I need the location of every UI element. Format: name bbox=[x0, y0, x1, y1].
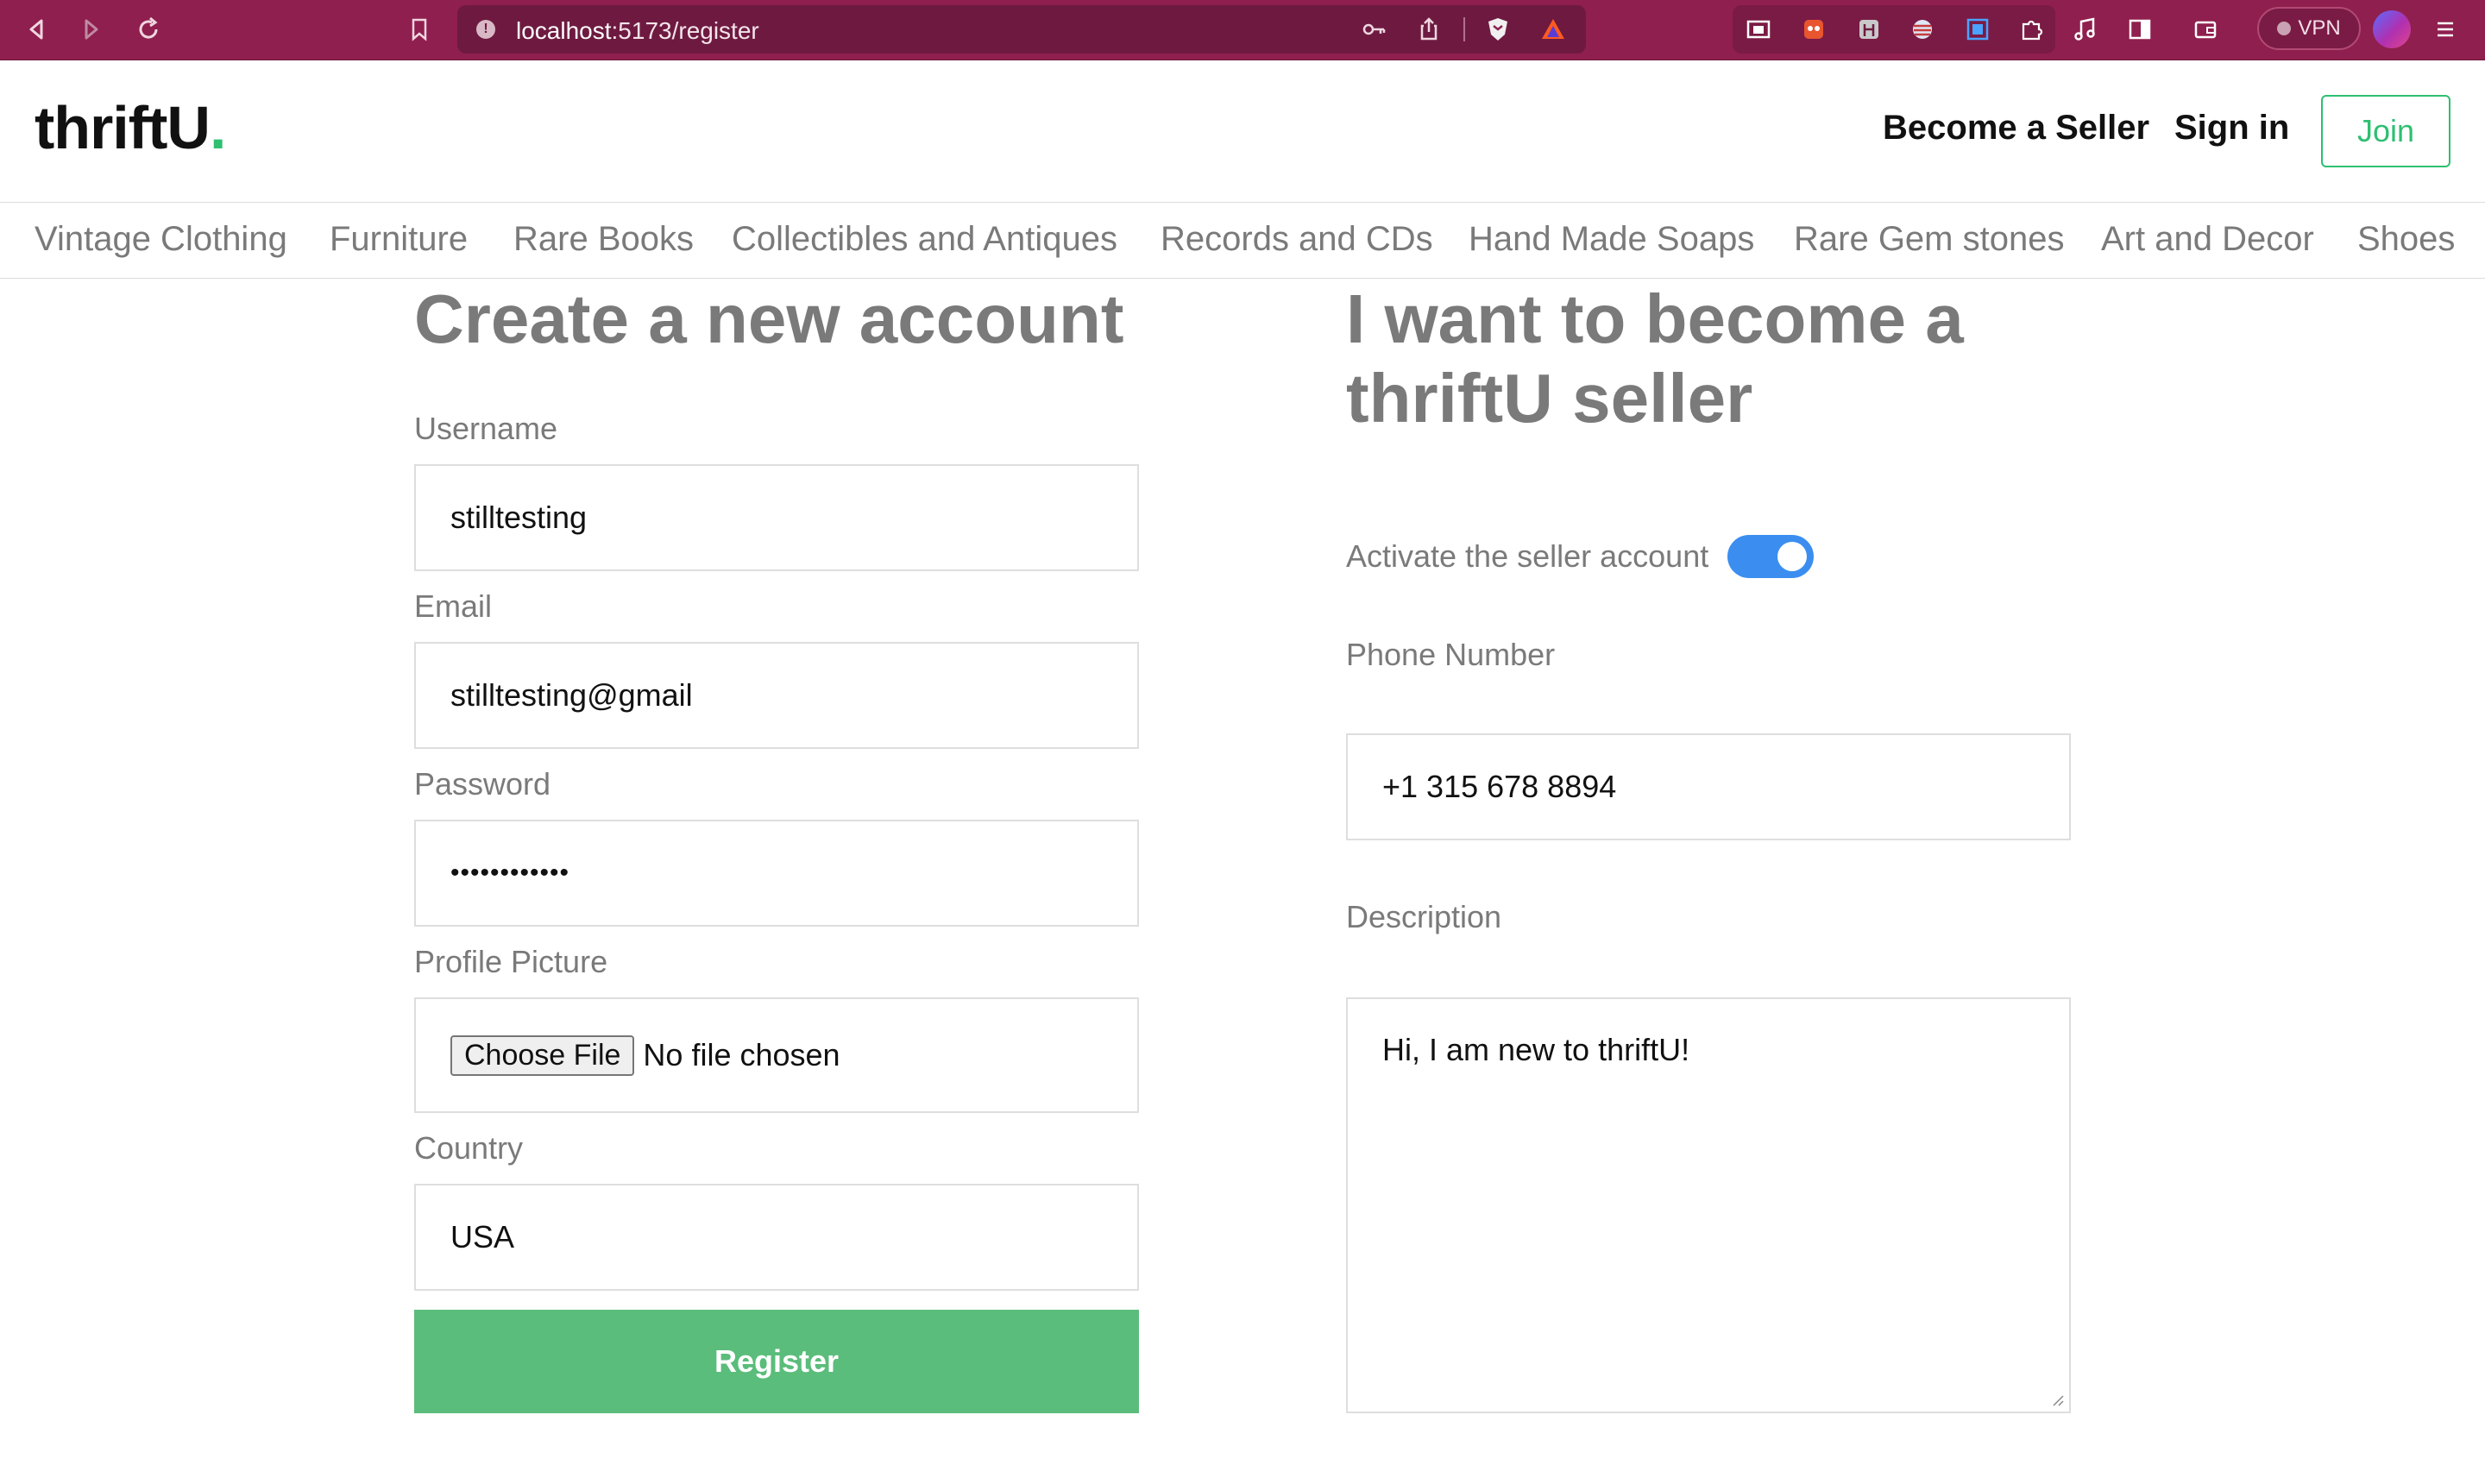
category-records-cds[interactable]: Records and CDs bbox=[1161, 220, 1433, 259]
category-collectibles-antiques[interactable]: Collectibles and Antiques bbox=[732, 220, 1117, 259]
category-bar: Vintage Clothing Furniture Rare Books Co… bbox=[0, 202, 2485, 279]
screenshot-icon[interactable] bbox=[1959, 10, 1997, 48]
logo[interactable]: thriftU. bbox=[35, 93, 226, 162]
seller-form-title: I want to become a thriftU seller bbox=[1346, 280, 1964, 438]
phone-number-input[interactable]: +1 315 678 8894 bbox=[1346, 733, 2071, 840]
phone-number-label: Phone Number bbox=[1346, 637, 1556, 672]
browser-toolbar: ! localhost:5173/register VPN bbox=[0, 0, 2485, 60]
extension-hanzi-icon[interactable] bbox=[1850, 10, 1888, 48]
extensions-group bbox=[1733, 5, 2055, 53]
extensions-puzzle-icon[interactable] bbox=[2012, 10, 2050, 48]
brave-rewards-icon[interactable] bbox=[1534, 10, 1572, 48]
extension-flag-icon[interactable] bbox=[1903, 10, 1941, 48]
music-note-icon[interactable] bbox=[2066, 10, 2104, 48]
brave-shield-icon[interactable] bbox=[1479, 10, 1517, 48]
vpn-label: VPN bbox=[2298, 16, 2341, 40]
activate-seller-label: Activate the seller account bbox=[1346, 538, 1709, 574]
email-input[interactable]: stilltesting@gmail bbox=[414, 642, 1139, 749]
vpn-button[interactable]: VPN bbox=[2257, 7, 2361, 50]
email-label: Email bbox=[414, 588, 493, 624]
register-button[interactable]: Register bbox=[414, 1310, 1139, 1413]
choose-file-button[interactable]: Choose File bbox=[450, 1034, 635, 1076]
category-furniture[interactable]: Furniture bbox=[330, 220, 468, 259]
no-file-text: No file chosen bbox=[643, 1037, 840, 1072]
description-textarea[interactable]: Hi, I am new to thriftU! bbox=[1346, 997, 2071, 1413]
extension-cat-icon[interactable] bbox=[1795, 10, 1833, 48]
category-rare-gem-stones[interactable]: Rare Gem stones bbox=[1794, 220, 2064, 259]
site-info-icon[interactable]: ! bbox=[476, 20, 495, 39]
description-text: Hi, I am new to thriftU! bbox=[1382, 1032, 1690, 1067]
country-label: Country bbox=[414, 1130, 524, 1166]
category-rare-books[interactable]: Rare Books bbox=[513, 220, 694, 259]
address-bar[interactable]: ! localhost:5173/register bbox=[457, 5, 1586, 53]
share-icon[interactable] bbox=[1410, 10, 1448, 48]
password-input[interactable]: •••••••••••• bbox=[414, 820, 1139, 927]
menu-icon[interactable] bbox=[2426, 10, 2464, 48]
password-label: Password bbox=[414, 766, 551, 802]
sidebar-toggle-icon[interactable] bbox=[2121, 10, 2159, 48]
profile-picture-label: Profile Picture bbox=[414, 944, 608, 979]
forward-icon[interactable] bbox=[72, 10, 110, 48]
account-form-title: Create a new account bbox=[414, 280, 1124, 357]
bookmark-icon[interactable] bbox=[400, 10, 438, 48]
key-icon[interactable] bbox=[1355, 10, 1393, 48]
seller-title-line2: thriftU seller bbox=[1346, 360, 1753, 437]
wallet-icon[interactable] bbox=[2186, 10, 2224, 48]
back-icon[interactable] bbox=[17, 10, 55, 48]
divider bbox=[1463, 17, 1465, 41]
picture-in-picture-icon[interactable] bbox=[1740, 10, 1777, 48]
activate-seller-toggle[interactable] bbox=[1727, 535, 1814, 578]
reload-icon[interactable] bbox=[129, 10, 167, 48]
seller-title-line1: I want to become a bbox=[1346, 280, 1964, 357]
description-label: Description bbox=[1346, 899, 1502, 934]
join-button[interactable]: Join bbox=[2321, 95, 2450, 167]
category-shoes[interactable]: Shoes bbox=[2357, 220, 2455, 259]
username-input[interactable]: stilltesting bbox=[414, 464, 1139, 571]
category-art-decor[interactable]: Art and Decor bbox=[2101, 220, 2314, 259]
vpn-status-icon bbox=[2277, 22, 2292, 35]
become-seller-link[interactable]: Become a Seller bbox=[1883, 109, 2149, 148]
resize-handle-icon[interactable] bbox=[2048, 1391, 2064, 1406]
url-text: localhost:5173/register bbox=[516, 17, 759, 44]
category-hand-made-soaps[interactable]: Hand Made Soaps bbox=[1469, 220, 1754, 259]
toggle-knob bbox=[1777, 542, 1807, 571]
username-label: Username bbox=[414, 411, 558, 446]
category-vintage-clothing[interactable]: Vintage Clothing bbox=[35, 220, 287, 259]
profile-avatar[interactable] bbox=[2373, 10, 2411, 48]
sign-in-link[interactable]: Sign in bbox=[2174, 109, 2289, 148]
site-header: thriftU. Become a Seller Sign in Join bbox=[0, 60, 2485, 202]
country-input[interactable]: USA bbox=[414, 1184, 1139, 1291]
profile-picture-field: Choose File No file chosen bbox=[414, 997, 1139, 1113]
